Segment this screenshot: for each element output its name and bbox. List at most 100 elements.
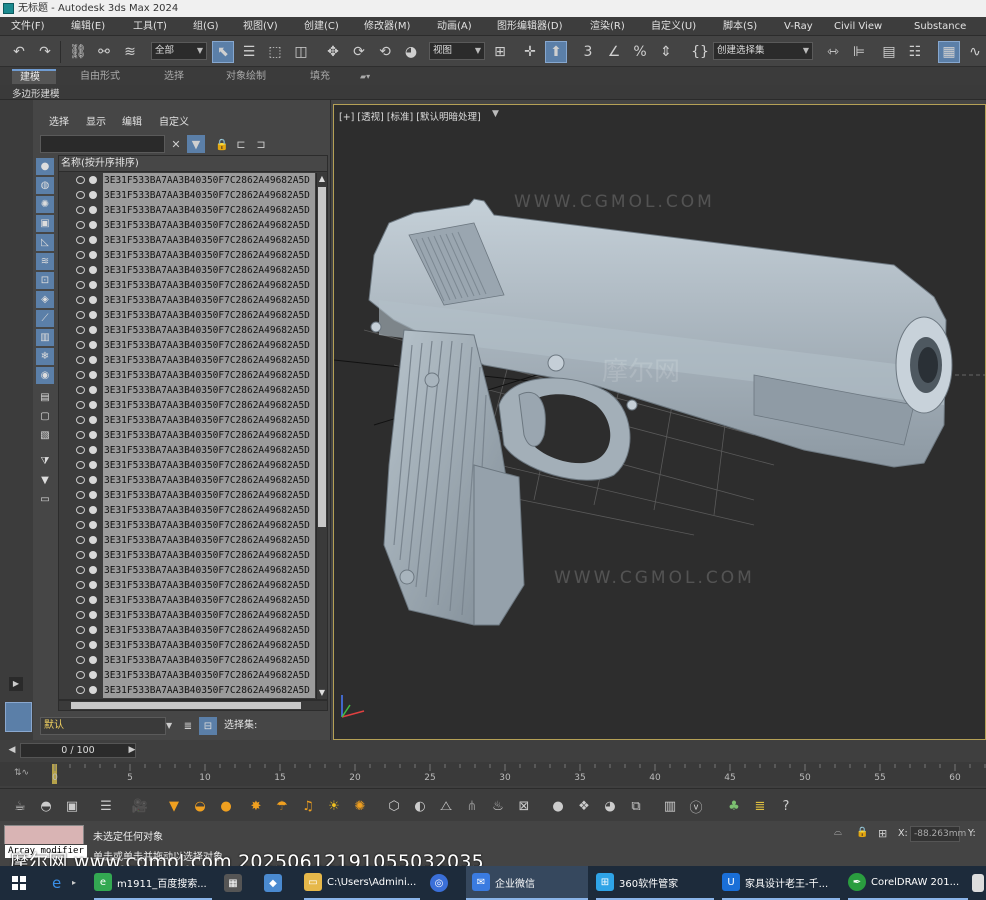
material-converter-icon[interactable]: ⧉ <box>626 796 646 816</box>
filter-hidden-icon[interactable]: ◉ <box>36 367 54 384</box>
toggle-ribbon-icon[interactable]: ▦ <box>938 41 960 63</box>
hierarchy-icon[interactable]: ⊏ <box>232 135 250 153</box>
list-item[interactable]: 3E31F533BA7AA3B40350F7C2862A49682A5D <box>59 683 315 698</box>
perspective-viewport[interactable]: WWW.CGMOL.COM 摩尔网 WWW.CGMOL.COM [+] [透视]… <box>333 104 986 740</box>
visibility-eye-icon[interactable] <box>76 221 85 229</box>
x-coord-field[interactable]: -88.263mm <box>910 826 966 842</box>
time-next-icon[interactable]: ▶ <box>126 743 138 758</box>
list-item[interactable]: 3E31F533BA7AA3B40350F7C2862A49682A5D <box>59 338 315 353</box>
visibility-eye-icon[interactable] <box>76 386 85 394</box>
placement-icon[interactable]: ◕ <box>400 41 422 63</box>
menu-substance[interactable]: Substance <box>914 17 966 36</box>
filter-frozen-icon[interactable]: ❄ <box>36 348 54 365</box>
visibility-eye-icon[interactable] <box>76 341 85 349</box>
visibility-eye-icon[interactable] <box>76 266 85 274</box>
viewport-canvas[interactable]: WWW.CGMOL.COM 摩尔网 WWW.CGMOL.COM <box>334 105 986 740</box>
selection-filter-dropdown[interactable]: 全部 ▼ <box>151 42 207 60</box>
list-item[interactable]: 3E31F533BA7AA3B40350F7C2862A49682A5D <box>59 308 315 323</box>
menu-civil-view[interactable]: Civil View <box>834 17 882 36</box>
select-manipulate-icon[interactable]: ✛ <box>519 41 541 63</box>
filter-lights-icon[interactable]: ✺ <box>36 196 54 213</box>
list-item[interactable]: 3E31F533BA7AA3B40350F7C2862A49682A5D <box>59 383 315 398</box>
menu-modifiers[interactable]: 修改器(M) <box>364 17 410 36</box>
visibility-eye-icon[interactable] <box>76 206 85 214</box>
layer-dropdown[interactable]: 默认 <box>40 717 166 735</box>
hierarchy-expand-icon[interactable]: ⊐ <box>252 135 270 153</box>
visibility-eye-icon[interactable] <box>76 356 85 364</box>
list-vertical-scrollbar[interactable]: ▲ ▼ <box>316 173 327 699</box>
taskbar-notes[interactable]: ◆ <box>264 866 286 900</box>
taskbar-qianniu[interactable]: U 家具设计老王-千... <box>722 866 840 900</box>
select-by-name-icon[interactable]: ☰ <box>238 41 260 63</box>
explorer-menu-customize[interactable]: 自定义 <box>159 114 189 132</box>
list-item[interactable]: 3E31F533BA7AA3B40350F7C2862A49682A5D <box>59 368 315 383</box>
visibility-eye-icon[interactable] <box>76 521 85 529</box>
visibility-eye-icon[interactable] <box>76 311 85 319</box>
sky-icon[interactable]: ✺ <box>350 796 370 816</box>
selection-lock-icon[interactable]: 🔒 <box>856 827 868 838</box>
list-item[interactable]: 3E31F533BA7AA3B40350F7C2862A49682A5D <box>59 533 315 548</box>
visibility-eye-icon[interactable] <box>76 461 85 469</box>
list-item[interactable]: 3E31F533BA7AA3B40350F7C2862A49682A5D <box>59 473 315 488</box>
menu-group[interactable]: 组(G) <box>193 17 219 36</box>
visibility-eye-icon[interactable] <box>76 371 85 379</box>
windows-start-icon[interactable] <box>12 876 26 890</box>
ribbon-options-icon[interactable]: ▰▾ <box>352 69 378 84</box>
list-item[interactable]: 3E31F533BA7AA3B40350F7C2862A49682A5D <box>59 518 315 533</box>
render-setup-icon[interactable]: ◓ <box>36 796 56 816</box>
menu-edit[interactable]: 编辑(E) <box>71 17 105 36</box>
ribbon-tab-object-paint[interactable]: 对象绘制 <box>218 69 274 84</box>
rectangular-selection-icon[interactable]: ⬚ <box>264 41 286 63</box>
redo-icon[interactable]: ↷ <box>34 41 56 63</box>
list-item[interactable]: 3E31F533BA7AA3B40350F7C2862A49682A5D <box>59 593 315 608</box>
spinner-snap-icon[interactable]: ⇕ <box>655 41 677 63</box>
visibility-eye-icon[interactable] <box>76 446 85 454</box>
render-frame-icon[interactable]: ▣ <box>62 796 82 816</box>
explorer-menu-edit[interactable]: 编辑 <box>122 114 142 132</box>
ribbon-tab-freeform[interactable]: 自由形式 <box>72 69 128 84</box>
menu-animation[interactable]: 动画(A) <box>437 17 472 36</box>
visibility-eye-icon[interactable] <box>76 326 85 334</box>
notes-icon[interactable]: ≣ <box>750 796 770 816</box>
camera-icon[interactable]: 🎥 <box>130 796 150 816</box>
layers-icon[interactable]: ≣ <box>179 717 197 735</box>
list-item[interactable]: 3E31F533BA7AA3B40350F7C2862A49682A5D <box>59 278 315 293</box>
list-item[interactable]: 3E31F533BA7AA3B40350F7C2862A49682A5D <box>59 488 315 503</box>
dome-light-icon[interactable]: ◒ <box>190 796 210 816</box>
taskbar-360[interactable]: ⊞ 360软件管家 <box>596 866 714 900</box>
align-icon[interactable]: ⊫ <box>848 41 870 63</box>
menu-file[interactable]: 文件(F) <box>11 17 45 36</box>
visibility-eye-icon[interactable] <box>76 506 85 514</box>
expand-arrow-icon[interactable]: ▶ <box>9 677 23 691</box>
menu-vray[interactable]: V-Ray <box>784 17 813 36</box>
rotate-icon[interactable]: ⟳ <box>348 41 370 63</box>
maxscript-listener[interactable] <box>4 825 84 845</box>
list-item[interactable]: 3E31F533BA7AA3B40350F7C2862A49682A5D <box>59 293 315 308</box>
lock-icon[interactable]: 🔒 <box>213 135 231 153</box>
mesh-light-icon[interactable]: ☂ <box>272 796 292 816</box>
angle-snap-icon[interactable]: ∠ <box>603 41 625 63</box>
taskbar-arrow-icon[interactable]: ▸ <box>72 878 76 887</box>
filter-xrefs-icon[interactable]: ◈ <box>36 291 54 308</box>
teapot-icon[interactable]: ☕ <box>10 796 30 816</box>
menu-scripting[interactable]: 脚本(S) <box>723 17 757 36</box>
curve-editor-icon[interactable]: ∿ <box>964 41 986 63</box>
display-invert-icon[interactable]: ▧ <box>36 427 54 444</box>
list-icon[interactable]: ☰ <box>96 796 116 816</box>
list-item[interactable]: 3E31F533BA7AA3B40350F7C2862A49682A5D <box>59 458 315 473</box>
taskbar-coreldraw[interactable]: ✒ CorelDRAW 201... <box>848 866 968 900</box>
display-all-icon[interactable]: ▤ <box>36 389 54 406</box>
taskbar-explorer[interactable]: ▭ C:\Users\Admini... <box>304 866 420 900</box>
visibility-eye-icon[interactable] <box>76 416 85 424</box>
vray-sphere-icon[interactable]: ◐ <box>410 796 430 816</box>
scale-icon[interactable]: ⟲ <box>374 41 396 63</box>
scroll-up-icon[interactable]: ▲ <box>317 173 327 185</box>
percent-snap-icon[interactable]: % <box>629 41 651 63</box>
select-object-icon[interactable]: ⬉ <box>212 41 234 63</box>
move-icon[interactable]: ✥ <box>322 41 344 63</box>
hscroll-thumb[interactable] <box>71 702 301 709</box>
explorer-menu-select[interactable]: 选择 <box>49 114 69 132</box>
find-input[interactable] <box>40 135 165 153</box>
visibility-eye-icon[interactable] <box>76 476 85 484</box>
viewport-label[interactable]: [+] [透视] [标准] [默认明暗处理] <box>339 109 481 123</box>
